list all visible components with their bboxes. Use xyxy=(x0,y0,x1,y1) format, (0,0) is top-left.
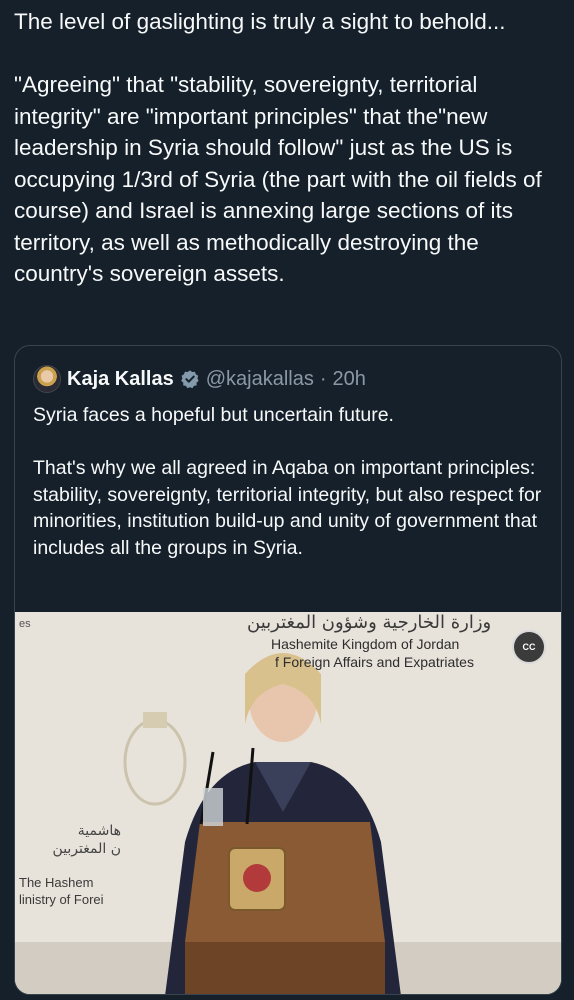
left-arabic-line2: ن المغتربين xyxy=(52,841,121,857)
banner-english-line1: Hashemite Kingdom of Jordan xyxy=(271,636,460,652)
quoted-post-card[interactable]: Kaja Kallas @kajakallas · 20h Syria face… xyxy=(14,345,562,995)
banner-arabic-text: وزارة الخارجية وشؤون المغتربين xyxy=(247,612,492,633)
post-timestamp[interactable]: 20h xyxy=(333,368,366,391)
left-partial-text: es xyxy=(19,618,31,630)
left-english-line1: The Hashem xyxy=(19,875,94,890)
avatar[interactable] xyxy=(33,365,61,393)
video-media[interactable]: وزارة الخارجية وشؤون المغتربين Hashemite… xyxy=(15,612,561,994)
left-english-text: The Hashem linistry of Forei xyxy=(19,874,104,908)
author-name[interactable]: Kaja Kallas xyxy=(67,368,174,391)
left-arabic-line1: هاشمية xyxy=(77,823,121,839)
closed-captions-icon[interactable]: CC xyxy=(512,630,546,664)
left-english-line2: linistry of Forei xyxy=(19,892,104,907)
left-arabic-text: هاشمية ن المغتربين xyxy=(35,822,121,858)
verified-badge-icon xyxy=(180,370,199,389)
banner-english-line2: f Foreign Affairs and Expatriates xyxy=(275,654,474,670)
quoted-post-header: Kaja Kallas @kajakallas · 20h xyxy=(33,364,366,394)
author-handle[interactable]: @kajakallas xyxy=(206,368,314,391)
post-text: The level of gaslighting is truly a sigh… xyxy=(14,9,542,286)
quoted-post-text: Syria faces a hopeful but uncertain futu… xyxy=(33,404,542,559)
separator-dot: · xyxy=(319,367,327,390)
